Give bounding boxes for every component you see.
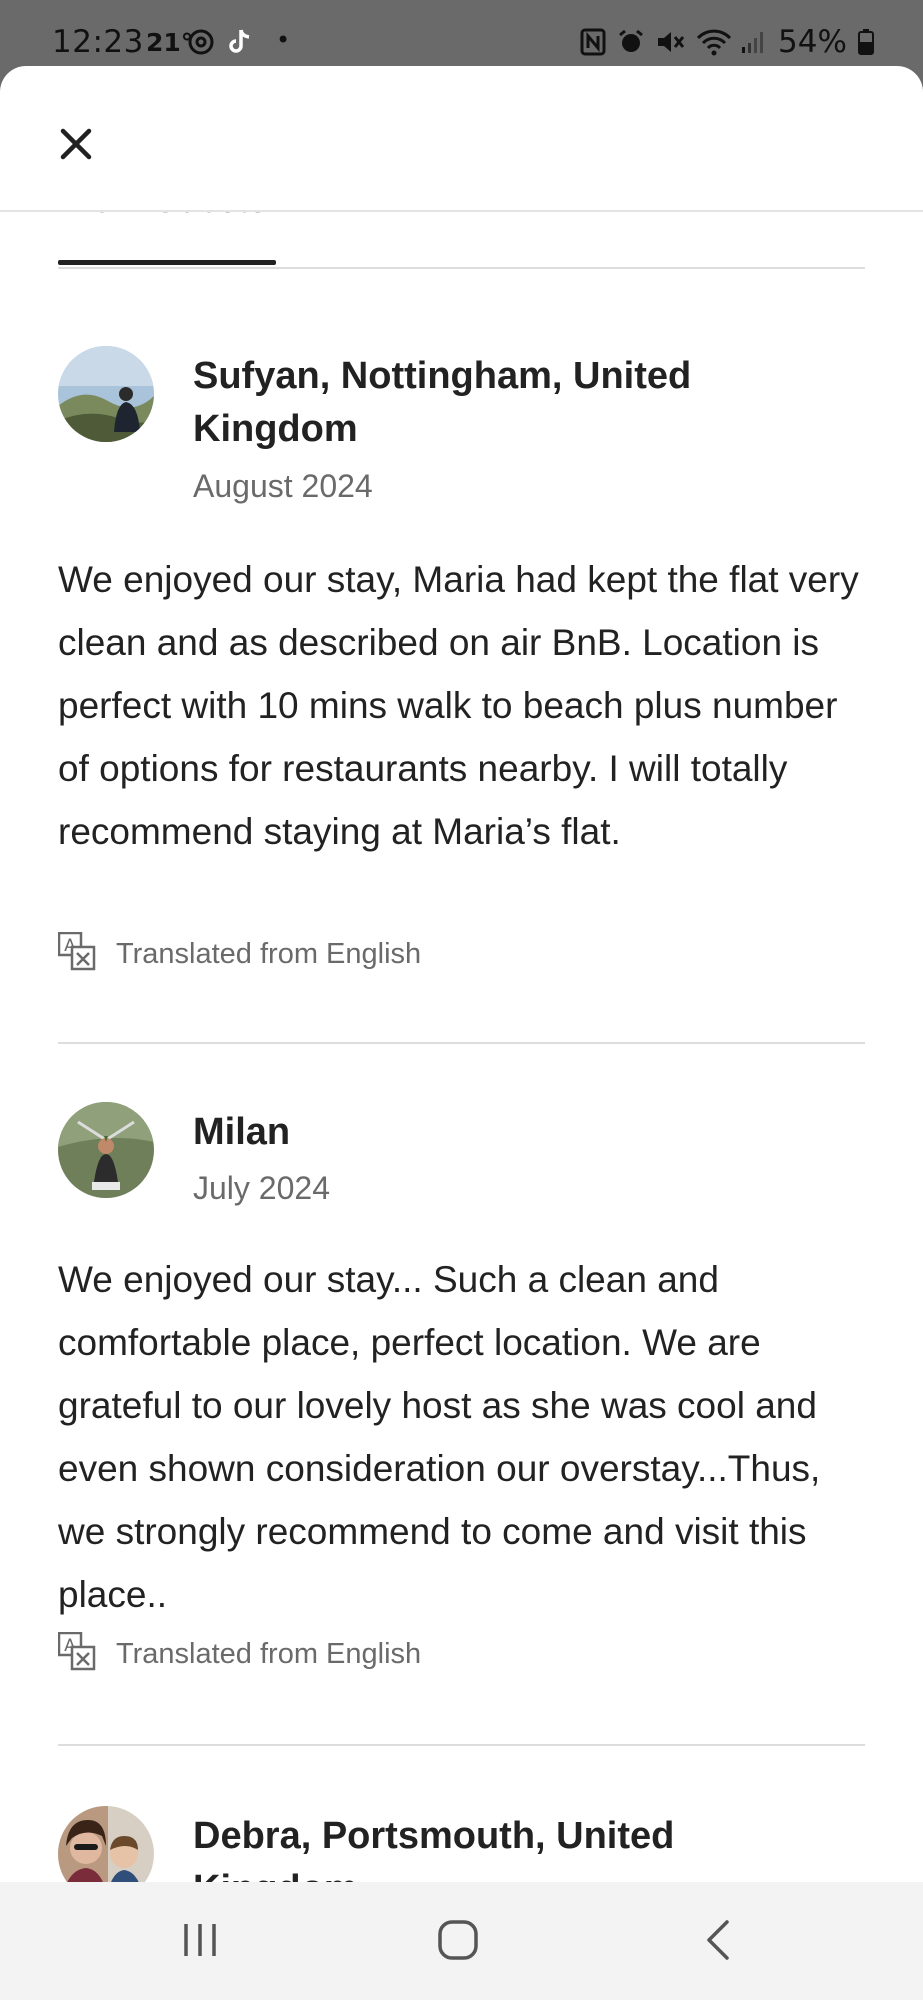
nfc-icon <box>578 28 608 56</box>
translated-note: A Translated from English <box>57 931 422 977</box>
review-divider <box>58 1042 865 1044</box>
review-date: August 2024 <box>193 468 373 504</box>
translate-icon: A <box>57 1631 96 1677</box>
close-icon <box>59 127 93 166</box>
status-dot: • <box>276 26 291 54</box>
tiktok-icon <box>224 28 256 56</box>
avatar[interactable] <box>58 346 154 442</box>
threads-icon <box>186 28 216 56</box>
avatar[interactable] <box>58 1102 154 1198</box>
tab-from-guests[interactable]: From Guests <box>58 212 288 226</box>
back-button[interactable] <box>678 1910 758 1974</box>
battery-icon <box>856 28 876 56</box>
battery-percent: 54% <box>778 24 847 60</box>
review-divider <box>58 1744 865 1746</box>
home-button[interactable] <box>418 1910 498 1974</box>
tab-divider <box>58 267 865 269</box>
system-nav-bar <box>0 1882 923 2000</box>
review-date: July 2024 <box>193 1170 330 1206</box>
review-item: Milan July 2024 We enjoyed our stay... S… <box>57 1102 865 1671</box>
tab-label: From Guests <box>58 212 268 221</box>
translated-label: Translated from English <box>116 1638 422 1670</box>
tab-active-indicator <box>58 260 276 265</box>
recents-icon <box>180 1920 220 1965</box>
home-icon <box>437 1919 479 1966</box>
translated-note: A Translated from English <box>57 1631 422 1677</box>
back-icon <box>703 1918 733 1967</box>
translate-icon: A <box>57 931 96 977</box>
signal-icon <box>738 28 768 56</box>
status-time: 12:23 <box>52 24 144 60</box>
alarm-icon <box>616 28 646 56</box>
recents-button[interactable] <box>160 1910 240 1974</box>
reviewer-name: Milan <box>193 1111 291 1153</box>
reviews-sheet: From Guests Sufyan, Nottingham, United K… <box>0 66 923 2000</box>
review-text: We enjoyed our stay... Such a clean and … <box>58 1259 821 1615</box>
reviewer-name: Sufyan, Nottingham, United Kingdom <box>193 355 692 450</box>
review-text: We enjoyed our stay, Maria had kept the … <box>58 559 859 852</box>
mute-icon <box>654 28 686 56</box>
close-button[interactable] <box>52 122 100 170</box>
translated-label: Translated from English <box>116 938 422 970</box>
wifi-icon <box>694 28 734 56</box>
review-item: Sufyan, Nottingham, United Kingdom Augus… <box>57 346 865 971</box>
